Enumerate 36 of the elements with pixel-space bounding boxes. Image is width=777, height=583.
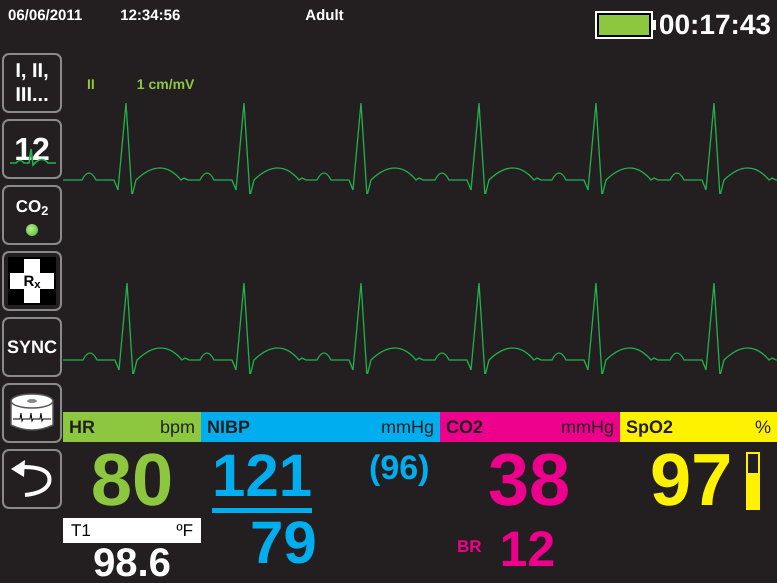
unit-label: % (754, 416, 771, 438)
scale-label: 1 cm/mV (136, 75, 194, 94)
unit-label: bpm (160, 416, 195, 439)
leads-button[interactable]: I, II, III... (2, 53, 62, 113)
unit-label: mmHg (381, 416, 434, 439)
indicator-light-icon (26, 224, 38, 236)
unit-label: mmHg (561, 416, 614, 439)
sync-button[interactable]: SYNC (2, 317, 62, 377)
patient-type-label: Adult (305, 6, 344, 26)
battery-icon (594, 11, 656, 39)
time-label: 12:34:56 (120, 6, 180, 26)
temperature-value: 98.6 (93, 543, 171, 583)
date-label: 06/06/2011 (8, 6, 82, 26)
unit-label: ºF (176, 520, 193, 542)
twelve-lead-button[interactable]: 12 (2, 119, 62, 179)
heart-rate-value: 80 (90, 444, 174, 516)
pulse-strength-bar (746, 452, 760, 510)
parameter-label: SpO2 (626, 416, 674, 439)
medication-cross-icon (8, 257, 56, 305)
breath-rate-value: 12 (500, 524, 556, 574)
co2-value: 38 (488, 444, 570, 516)
parameter-label: T1 (71, 520, 91, 542)
co2-button[interactable]: CO$_{2}$ (2, 185, 62, 245)
back-button[interactable] (2, 449, 62, 509)
systolic-value: 121 (212, 446, 312, 513)
elapsed-time: 00:17:43 (658, 10, 771, 40)
parameter-label: HR (69, 416, 95, 438)
print-button[interactable] (2, 383, 62, 443)
parameter-label: CO2 (446, 416, 484, 438)
breath-rate-label: BR (457, 536, 482, 558)
diastolic-value: 79 (250, 513, 312, 573)
lead-label: II (87, 75, 95, 94)
mean-pressure-value: (96) (369, 450, 430, 489)
spo2-value: 97 (650, 444, 732, 516)
rx-button[interactable]: R$_{x}$ (2, 251, 62, 311)
parameter-label: NIBP (207, 416, 250, 438)
